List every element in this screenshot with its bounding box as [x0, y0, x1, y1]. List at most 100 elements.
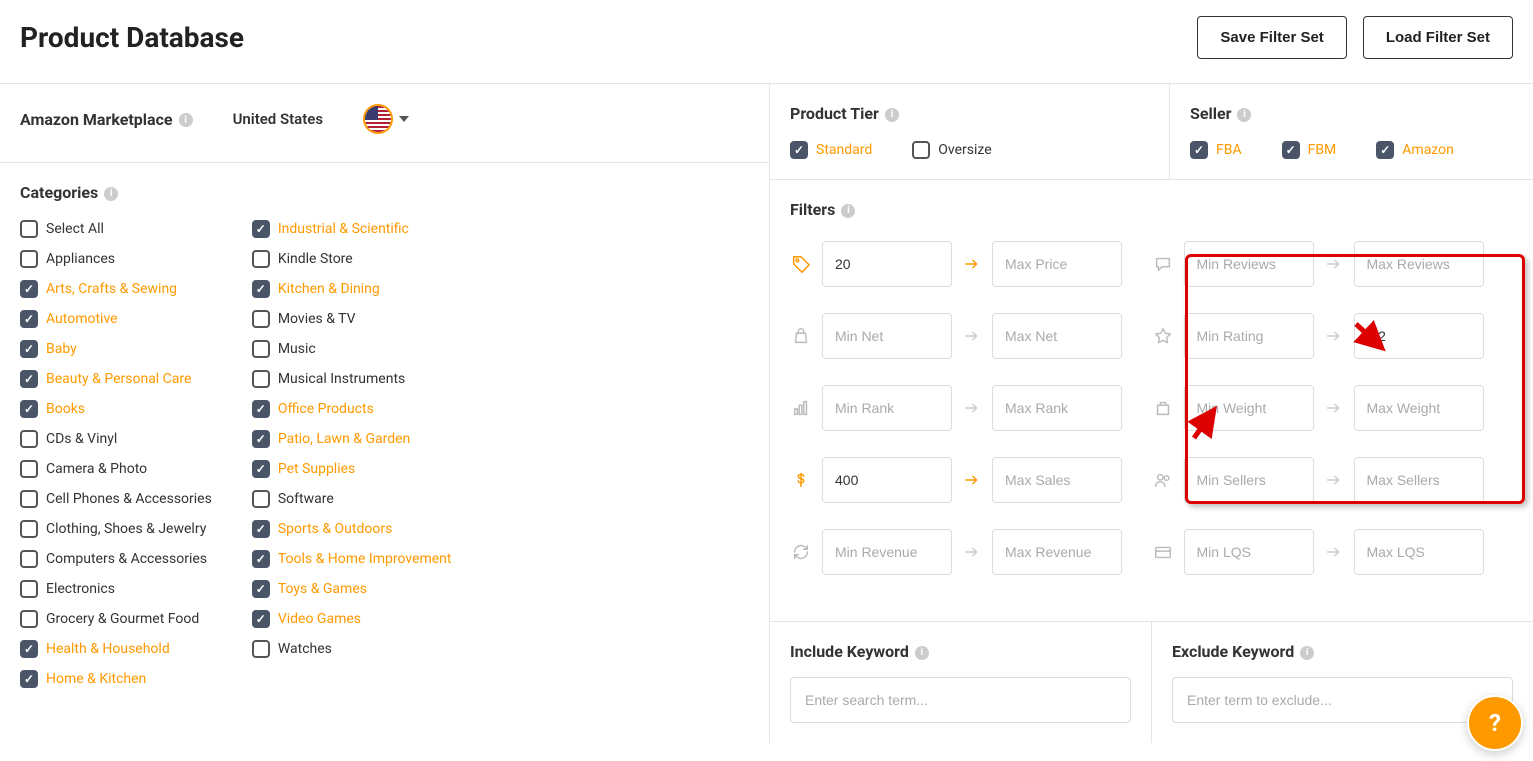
- marketplace-country: United States: [233, 110, 323, 128]
- category-checkbox[interactable]: Select All: [20, 220, 212, 238]
- checkbox-amazon[interactable]: Amazon: [1376, 141, 1454, 159]
- category-checkbox[interactable]: Movies & TV: [252, 310, 452, 328]
- people-icon: [1152, 470, 1174, 490]
- us-flag-icon: [363, 104, 393, 134]
- checkbox-standard[interactable]: Standard: [790, 141, 872, 159]
- category-checkbox[interactable]: Kindle Store: [252, 250, 452, 268]
- filter-max-input[interactable]: [1354, 385, 1484, 431]
- filter-min-input[interactable]: [1184, 385, 1314, 431]
- category-checkbox[interactable]: Toys & Games: [252, 580, 452, 598]
- load-filter-button[interactable]: Load Filter Set: [1363, 16, 1513, 59]
- category-checkbox[interactable]: Patio, Lawn & Garden: [252, 430, 452, 448]
- category-checkbox[interactable]: Cell Phones & Accessories: [20, 490, 212, 508]
- arrow-right-icon: [962, 254, 982, 274]
- filter-min-input[interactable]: [822, 313, 952, 359]
- filter-max-input[interactable]: [1354, 529, 1484, 575]
- category-checkbox[interactable]: Software: [252, 490, 452, 508]
- exclude-keyword-input[interactable]: [1172, 677, 1513, 723]
- categories-col-1: Select All Appliances Arts, Crafts & Sewin…: [20, 220, 212, 688]
- categories-col-2: Industrial & Scientific Kindle Store Kitch…: [252, 220, 452, 688]
- category-checkbox[interactable]: Arts, Crafts & Sewing: [20, 280, 212, 298]
- arrow-right-icon: [1324, 542, 1344, 562]
- help-button[interactable]: ?: [1467, 695, 1523, 751]
- filter-max-input[interactable]: [1354, 457, 1484, 503]
- category-checkbox[interactable]: Office Products: [252, 400, 452, 418]
- chart-icon: [790, 398, 812, 418]
- chat-icon: [1152, 254, 1174, 274]
- category-checkbox[interactable]: Video Games: [252, 610, 452, 628]
- category-checkbox[interactable]: Kitchen & Dining: [252, 280, 452, 298]
- category-checkbox[interactable]: Industrial & Scientific: [252, 220, 452, 238]
- include-keyword-label: Include Keywordi: [790, 642, 1131, 661]
- category-checkbox[interactable]: Health & Household: [20, 640, 212, 658]
- left-panel: Amazon Marketplacei United States Catego…: [0, 84, 770, 743]
- category-checkbox[interactable]: Sports & Outdoors: [252, 520, 452, 538]
- filter-row: [790, 241, 1513, 287]
- filter-max-input[interactable]: [992, 241, 1122, 287]
- checkbox-oversize[interactable]: Oversize: [912, 141, 991, 159]
- checkbox-fbm[interactable]: FBM: [1282, 141, 1337, 159]
- filter-max-input[interactable]: [992, 529, 1122, 575]
- filter-max-input[interactable]: [1354, 241, 1484, 287]
- filter-min-input[interactable]: [1184, 241, 1314, 287]
- filter-max-input[interactable]: [992, 313, 1122, 359]
- chevron-down-icon: [399, 116, 409, 122]
- category-checkbox[interactable]: Grocery & Gourmet Food: [20, 610, 212, 628]
- filter-row: [790, 313, 1513, 359]
- category-checkbox[interactable]: Computers & Accessories: [20, 550, 212, 568]
- info-icon[interactable]: i: [104, 187, 118, 201]
- filter-row: [790, 529, 1513, 575]
- filter-max-input[interactable]: [1354, 313, 1484, 359]
- filter-min-input[interactable]: [822, 385, 952, 431]
- filters-section: Filtersi: [770, 180, 1533, 621]
- arrow-right-icon: [1324, 254, 1344, 274]
- info-icon[interactable]: i: [885, 108, 899, 122]
- product-tier-section: Product Tieri Standard Oversize: [770, 84, 1170, 179]
- category-checkbox[interactable]: Tools & Home Improvement: [252, 550, 452, 568]
- category-checkbox[interactable]: Electronics: [20, 580, 212, 598]
- category-checkbox[interactable]: Camera & Photo: [20, 460, 212, 478]
- info-icon[interactable]: i: [179, 113, 193, 127]
- category-checkbox[interactable]: Baby: [20, 340, 212, 358]
- marketplace-row: Amazon Marketplacei United States: [0, 84, 769, 163]
- category-checkbox[interactable]: CDs & Vinyl: [20, 430, 212, 448]
- info-icon[interactable]: i: [841, 204, 855, 218]
- seller-section: Selleri FBA FBM Amazon: [1170, 84, 1533, 179]
- category-checkbox[interactable]: Musical Instruments: [252, 370, 452, 388]
- category-checkbox[interactable]: Home & Kitchen: [20, 670, 212, 688]
- category-checkbox[interactable]: Music: [252, 340, 452, 358]
- category-checkbox[interactable]: Clothing, Shoes & Jewelry: [20, 520, 212, 538]
- info-icon[interactable]: i: [915, 646, 929, 660]
- filter-max-input[interactable]: [992, 385, 1122, 431]
- include-keyword-section: Include Keywordi: [770, 622, 1152, 743]
- baggage-icon: [1152, 398, 1174, 418]
- category-checkbox[interactable]: Pet Supplies: [252, 460, 452, 478]
- category-checkbox[interactable]: Books: [20, 400, 212, 418]
- filter-row: [790, 457, 1513, 503]
- checkbox-fba[interactable]: FBA: [1190, 141, 1242, 159]
- bag-icon: [790, 326, 812, 346]
- include-keyword-input[interactable]: [790, 677, 1131, 723]
- filter-min-input[interactable]: [822, 529, 952, 575]
- save-filter-button[interactable]: Save Filter Set: [1197, 16, 1346, 59]
- arrow-right-icon: [1324, 398, 1344, 418]
- filter-min-input[interactable]: [1184, 313, 1314, 359]
- arrow-right-icon: [1324, 326, 1344, 346]
- category-checkbox[interactable]: Appliances: [20, 250, 212, 268]
- filter-min-input[interactable]: [822, 457, 952, 503]
- filter-min-input[interactable]: [1184, 457, 1314, 503]
- category-checkbox[interactable]: Automotive: [20, 310, 212, 328]
- info-icon[interactable]: i: [1300, 646, 1314, 660]
- filter-min-input[interactable]: [822, 241, 952, 287]
- info-icon[interactable]: i: [1237, 108, 1251, 122]
- filter-row: [790, 385, 1513, 431]
- category-checkbox[interactable]: Beauty & Personal Care: [20, 370, 212, 388]
- category-checkbox[interactable]: Watches: [252, 640, 452, 658]
- filter-min-input[interactable]: [1184, 529, 1314, 575]
- header: Product Database Save Filter Set Load Fi…: [0, 0, 1533, 83]
- seller-label: Selleri: [1190, 104, 1251, 123]
- filter-max-input[interactable]: [992, 457, 1122, 503]
- categories-section: Categoriesi Select AllAppliancesArts, Cr…: [0, 163, 769, 708]
- marketplace-flag-selector[interactable]: [363, 104, 409, 134]
- arrow-right-icon: [962, 326, 982, 346]
